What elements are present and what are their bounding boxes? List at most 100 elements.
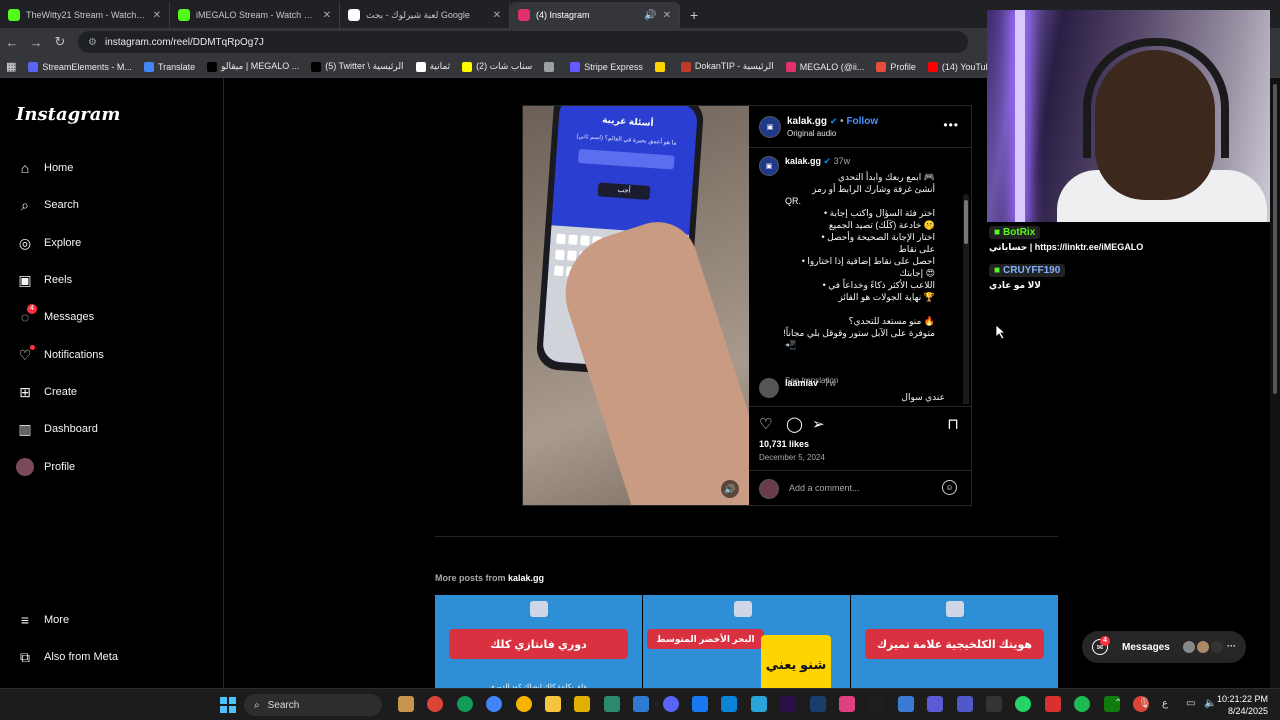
bookmark-item[interactable]: ميقالو | MEGALO ... [201,61,305,72]
audio-label[interactable]: Original audio [787,129,836,138]
nav-item-reels[interactable]: ▣ Reels [16,268,72,292]
bookmark-item[interactable]: (5) Twitter \ الرئيسية [305,61,409,72]
apps-grid-icon[interactable]: ▦ [0,60,22,73]
likes-count[interactable]: 10,731 likes [759,439,809,449]
volume-icon[interactable]: 🔊 [721,480,739,498]
address-bar[interactable]: ⚙ instagram.com/reel/DDMTqRpOg7J [78,31,968,53]
app-icon[interactable] [927,696,944,712]
network-icon[interactable]: ▭ [1186,698,1195,709]
commenter-name[interactable]: laamiav [785,378,818,388]
bookmark-item[interactable] [538,61,564,72]
back-arrow-icon[interactable]: ← [0,35,24,50]
browser-tab[interactable]: (4) Instagram 🔊 ✕ [510,2,680,28]
bookmark-item[interactable]: ثمانية [410,61,457,72]
forward-arrow-icon[interactable]: → [24,35,48,50]
chrome-icon[interactable] [486,696,503,712]
close-tab-icon[interactable]: ✕ [323,10,331,21]
edge-icon[interactable] [721,696,738,712]
page-scroll-thumb[interactable] [1273,84,1277,394]
bookmark-item[interactable]: MEGALO (@ii... [780,61,871,72]
bookmark-item[interactable]: (2) سناب شات [456,61,538,72]
instagram-logo[interactable]: Instagram [16,104,120,125]
chrome-icon[interactable] [456,696,473,712]
taskbar-search[interactable]: ⌕ Search [244,694,382,716]
close-tab-icon[interactable]: ✕ [153,10,161,21]
bookmark-item[interactable]: Stripe Express [564,61,649,72]
caption-scrollbar[interactable] [963,194,969,404]
chrome-icon[interactable] [427,696,444,712]
nav-item-notifications[interactable]: ♡ Notifications [16,343,104,367]
chrome-icon[interactable] [515,696,532,712]
browser-tab[interactable]: iMEGALO Stream - Watch Live ✕ [170,2,340,28]
tray-chevron-icon[interactable]: ⌃ [1114,698,1122,709]
caption-scroll-thumb[interactable] [964,200,968,244]
post-thumbnail[interactable]: دوري فانتازي كلك علق بكلمة كلك ليصلك كود … [435,595,642,688]
taskbar-clock[interactable]: 10:21:22 PM 8/24/2025 [1217,693,1268,717]
photoshop-icon[interactable] [809,696,826,712]
discord-icon[interactable] [662,696,679,712]
file-explorer-icon[interactable] [545,696,561,712]
microphone-icon[interactable]: 🎙 [1138,698,1151,709]
fox-icon[interactable] [398,696,414,712]
caption-author-name[interactable]: kalak.gg [785,156,821,166]
like-heart-icon[interactable]: ♡ [759,415,772,433]
comment-input[interactable]: Add a comment... [789,483,860,493]
share-send-icon[interactable]: ➢ [812,415,825,433]
reload-icon[interactable]: ↻ [48,34,72,50]
nav-item-also-from-meta[interactable]: ⧉ Also from Meta [16,645,118,669]
follow-button[interactable]: Follow [846,116,878,127]
post-thumbnail[interactable]: هويتك الكلخيجية علامة تميزك [851,595,1058,688]
more-options-icon[interactable]: ••• [943,118,959,132]
close-tab-icon[interactable]: ✕ [663,10,671,21]
site-info-icon[interactable]: ⚙ [88,37,97,48]
nav-item-search[interactable]: ⌕ Search [16,193,79,217]
premiere-icon[interactable] [780,696,797,712]
input-language[interactable]: ع [1162,698,1168,709]
spotify-icon[interactable] [1074,696,1091,712]
nav-item-messages[interactable]: ◌ 4 Messages [16,304,94,329]
commenter-avatar[interactable] [759,378,779,398]
author-name[interactable]: kalak.gg [787,116,827,127]
thumbnail-title: البحر الأخضر المتوسط [647,629,764,649]
speaker-icon[interactable]: 🔈 [1204,698,1216,709]
page-scrollbar[interactable] [1270,78,1280,688]
app-icon[interactable] [897,696,914,712]
app-icon[interactable] [868,696,885,712]
app-icon[interactable] [1044,696,1061,712]
reel-video[interactable]: أسئلة غريبة ما هو أعمق بحيرة في العالم؟ … [523,106,749,505]
app-icon[interactable] [839,696,855,712]
github-icon[interactable] [986,696,1002,712]
app-icon[interactable] [603,696,620,712]
bookmark-item[interactable] [649,61,675,72]
bookmark-item[interactable]: StreamElements - M... [22,61,138,72]
nav-item-more[interactable]: ≡ More [16,608,69,632]
author-avatar[interactable]: ▣ [759,116,781,138]
nav-item-explore[interactable]: ◎ Explore [16,231,81,255]
post-thumbnail[interactable]: البحر الأخضر المتوسط شنو يعني [643,595,850,688]
nav-item-create[interactable]: ⊞ Create [16,380,77,404]
app-icon[interactable] [633,696,650,712]
nav-item-home[interactable]: ⌂ Home [16,156,74,180]
messages-pill[interactable]: ✉ 4 Messages ··· [1082,631,1246,663]
browser-tab[interactable]: لعبة شيرلوك - بحث Google ✕ [340,2,510,28]
teams-icon[interactable] [956,696,973,712]
whatsapp-icon[interactable] [1015,696,1032,712]
caption-author-avatar[interactable]: ▣ [759,156,779,176]
browser-tab[interactable]: TheWitty21 Stream - Watch Live ✕ [0,2,170,28]
bookmark-item[interactable]: Profile [870,61,922,72]
bookmark-item[interactable]: Translate [138,61,201,72]
more-posts-author[interactable]: kalak.gg [508,573,544,583]
nav-item-profile[interactable]: ● Profile [16,455,75,479]
app-icon[interactable] [692,696,708,712]
comment-bubble-icon[interactable]: ◯ [786,415,803,433]
emoji-icon[interactable]: ☺ [942,480,957,495]
new-tab-icon[interactable]: + [680,2,708,28]
telegram-icon[interactable] [750,696,767,712]
tab-audio-icon[interactable]: 🔊 [644,10,656,21]
nav-item-dashboard[interactable]: ▥ Dashboard [16,417,97,441]
close-tab-icon[interactable]: ✕ [493,10,501,21]
app-icon[interactable] [574,696,591,712]
bookmark-item[interactable]: DokanTIP - الرئيسية [675,61,780,72]
windows-start-icon[interactable] [220,697,236,713]
save-bookmark-icon[interactable]: ⊓ [947,415,959,433]
